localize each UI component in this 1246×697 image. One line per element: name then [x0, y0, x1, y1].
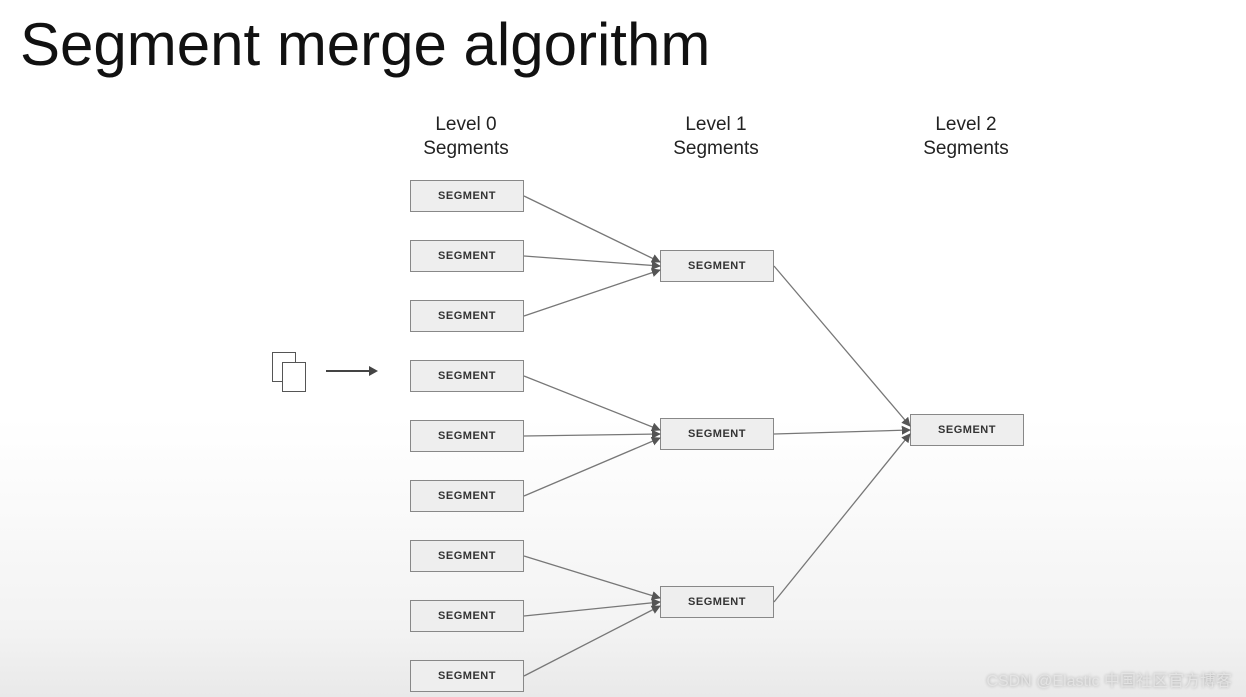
segment-l0-7: SEGMENT [410, 600, 524, 632]
segment-l0-3: SEGMENT [410, 360, 524, 392]
documents-arrow [326, 370, 376, 372]
segment-l0-2: SEGMENT [410, 300, 524, 332]
merge-arrows [0, 0, 1246, 697]
page-title: Segment merge algorithm [20, 10, 710, 79]
watermark-text: CSDN @Elastic 中国社区官方博客 [986, 667, 1232, 691]
segment-l0-8: SEGMENT [410, 660, 524, 692]
segment-l0-5: SEGMENT [410, 480, 524, 512]
segment-l1-2: SEGMENT [660, 586, 774, 618]
segment-l1-1: SEGMENT [660, 418, 774, 450]
column-header-level2: Level 2Segments [886, 113, 1046, 161]
segment-l0-4: SEGMENT [410, 420, 524, 452]
segment-l0-6: SEGMENT [410, 540, 524, 572]
segment-l1-0: SEGMENT [660, 250, 774, 282]
column-header-level0: Level 0Segments [386, 113, 546, 161]
documents-icon [272, 352, 314, 394]
column-header-level1: Level 1Segments [636, 113, 796, 161]
segment-l0-1: SEGMENT [410, 240, 524, 272]
segment-l0-0: SEGMENT [410, 180, 524, 212]
segment-l2-0: SEGMENT [910, 414, 1024, 446]
